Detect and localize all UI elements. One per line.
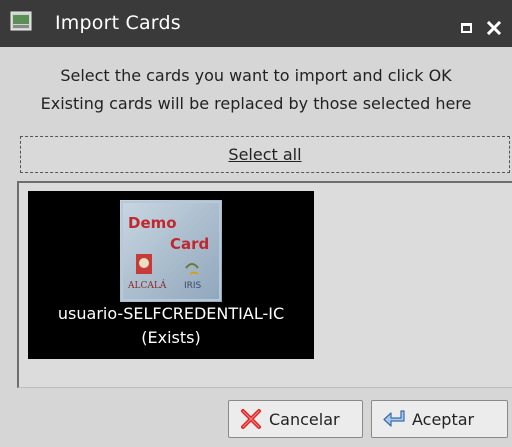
card-image-text-alcala: ALCALÁ [127, 279, 167, 291]
card-status: (Exists) [141, 328, 201, 347]
window-app-icon [10, 11, 32, 31]
card-name: usuario-SELFCREDENTIAL-IC [57, 304, 285, 323]
instruction-line-2: Existing cards will be replaced by those… [40, 94, 472, 113]
card-label: usuario-SELFCREDENTIAL-IC (Exists) [28, 302, 314, 350]
card-image-text-demo: Demo [128, 214, 177, 232]
accept-button[interactable]: Aceptar [371, 400, 508, 438]
card-image-text-card: Card [170, 235, 209, 253]
window-titlebar[interactable]: Import Cards [0, 0, 512, 47]
instruction-line-1: Select the cards you want to import and … [60, 66, 452, 85]
cancel-x-icon [239, 408, 263, 430]
cancel-label: Cancelar [269, 409, 340, 429]
cancel-button[interactable]: Cancelar [228, 400, 363, 438]
enter-arrow-icon [382, 408, 406, 430]
maximize-icon[interactable] [454, 16, 478, 40]
university-seal-icon [136, 254, 152, 274]
close-icon[interactable] [482, 16, 506, 40]
card-thumbnail: Demo Card ALCALÁ IRIS [120, 200, 222, 302]
select-all-button[interactable]: Select all [20, 136, 510, 173]
select-all-label: Select all [228, 145, 302, 164]
card-image-text-iris: IRIS [184, 281, 202, 291]
window-title: Import Cards [55, 12, 181, 34]
accept-label: Aceptar [412, 409, 475, 429]
